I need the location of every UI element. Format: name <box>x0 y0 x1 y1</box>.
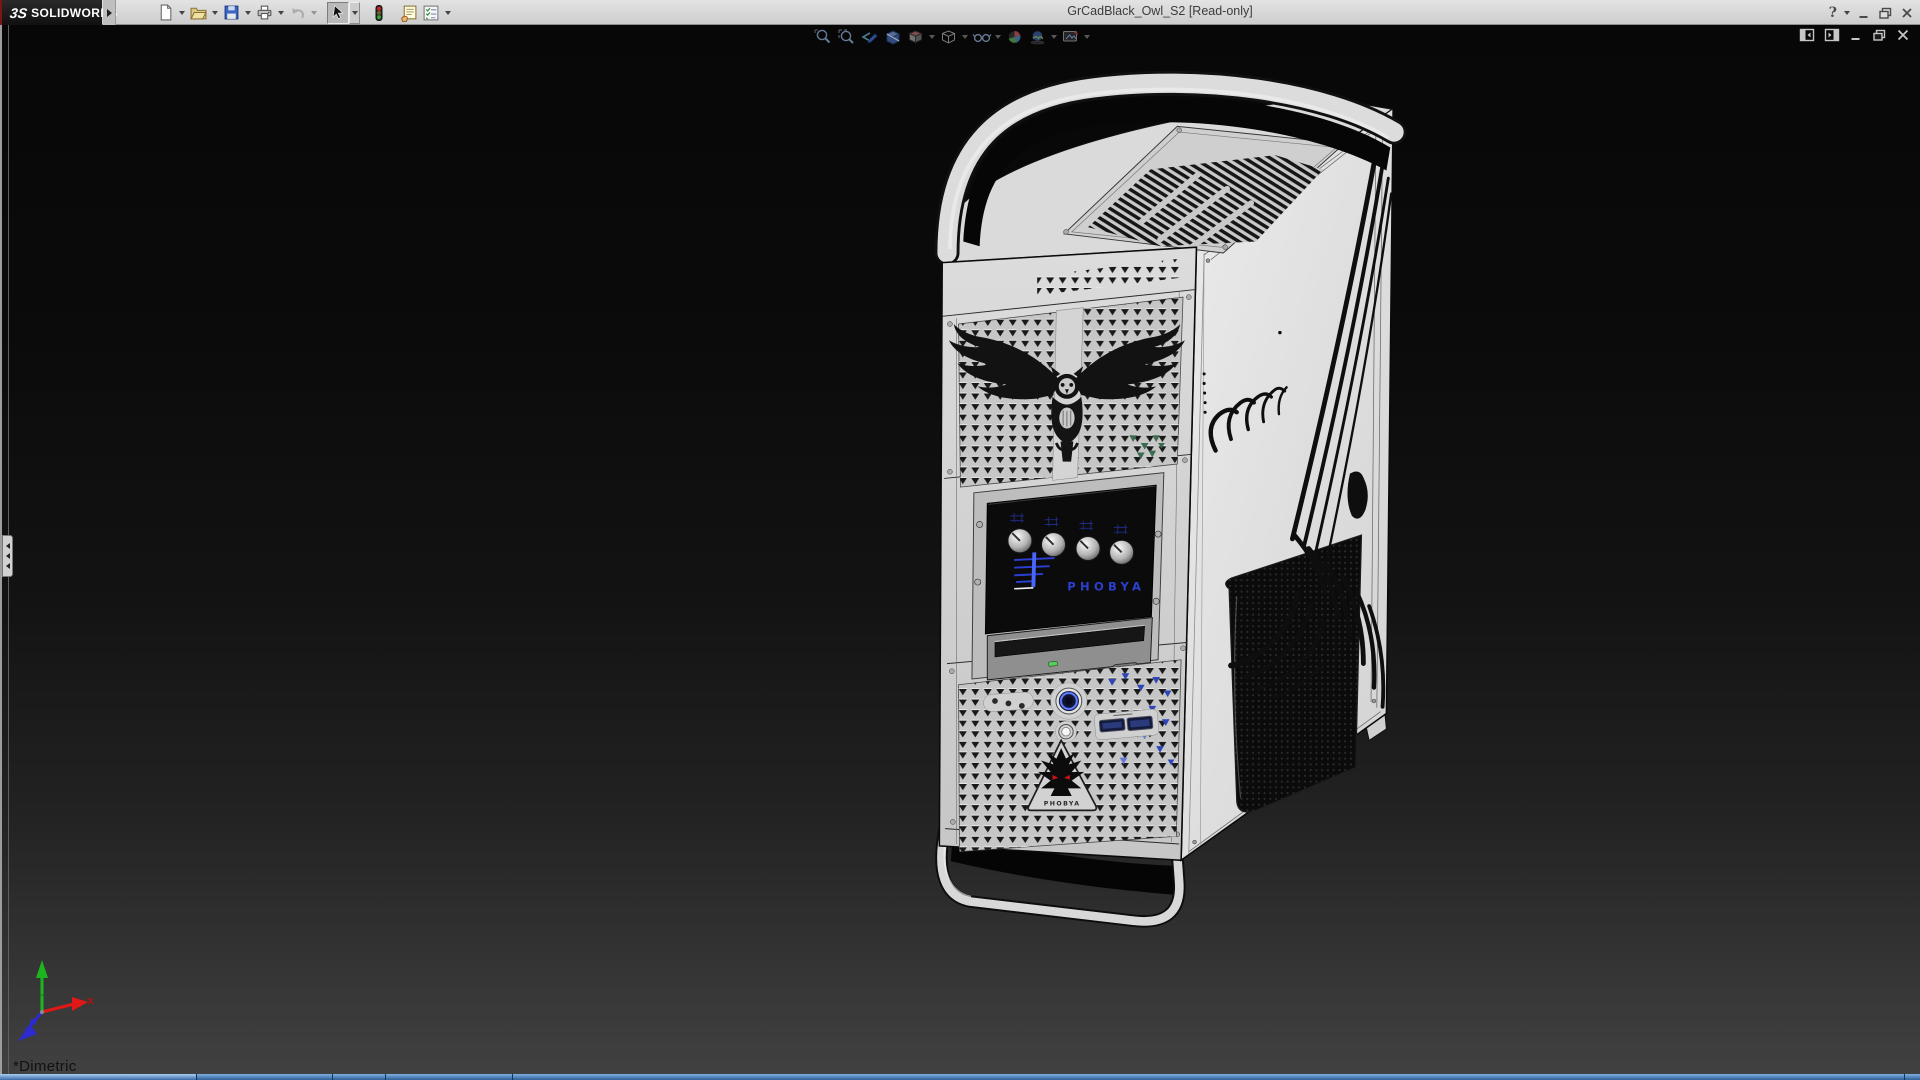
orientation-label: *Dimetric <box>13 1058 77 1075</box>
reference-triad <box>18 960 94 1041</box>
options-icon <box>423 5 439 20</box>
graphics-area[interactable]: PHOBYA PHOBYA *Dimetric <box>0 25 1920 1075</box>
chevron-down-icon <box>962 35 968 39</box>
menu-expander-button[interactable] <box>103 0 116 25</box>
chevron-left-icon <box>5 563 10 569</box>
new-document-button[interactable] <box>154 2 176 24</box>
reset-button[interactable] <box>1055 720 1077 743</box>
chevron-down-icon <box>1084 35 1090 39</box>
select-dropdown[interactable] <box>349 1 360 24</box>
chevron-left-icon <box>5 543 10 549</box>
power-button[interactable] <box>1050 682 1088 720</box>
chevron-down-icon <box>178 10 185 15</box>
print-dropdown[interactable] <box>275 2 286 24</box>
save-dropdown[interactable] <box>242 2 253 24</box>
undo-dropdown[interactable] <box>308 2 319 24</box>
document-restore-button[interactable] <box>1872 28 1887 42</box>
select-button[interactable] <box>327 1 349 24</box>
document-title: GrCadBlack_Owl_S2 [Read-only] <box>1067 4 1253 18</box>
phobya-brand-text: PHOBYA <box>1067 580 1145 594</box>
previous-view-button[interactable] <box>858 27 881 47</box>
minimize-button[interactable] <box>1857 6 1871 20</box>
main-toolbar <box>132 0 453 25</box>
file-properties-icon <box>400 5 417 22</box>
toggle-left-pane-button[interactable] <box>1799 28 1815 42</box>
open-icon <box>189 7 207 20</box>
usb-ports[interactable] <box>1094 709 1160 741</box>
zoom-to-area-icon <box>838 29 854 44</box>
document-window-controls <box>1799 28 1910 42</box>
chevron-down-icon <box>995 35 1001 39</box>
triad-y-axis <box>36 960 48 1012</box>
select-cursor-icon <box>332 4 344 20</box>
rebuild-traffic-light-icon <box>375 4 383 21</box>
windows-taskbar-sliver[interactable] <box>0 1074 1920 1080</box>
save-icon <box>224 5 238 20</box>
solidworks-logo: 3S SOLIDWORKS <box>0 0 117 25</box>
help-button[interactable]: ? <box>1829 5 1837 21</box>
chevron-down-icon <box>444 10 451 15</box>
help-dropdown[interactable] <box>1844 10 1850 15</box>
chevron-down-icon <box>929 35 935 39</box>
document-minimize-button[interactable] <box>1849 28 1863 42</box>
undo-button[interactable] <box>286 2 308 24</box>
save-button[interactable] <box>220 2 242 24</box>
file-properties-button[interactable] <box>398 2 420 24</box>
case-front-panel: PHOBYA PHOBYA <box>938 246 1205 862</box>
options-dropdown[interactable] <box>442 2 453 24</box>
zoom-to-area-button[interactable] <box>835 27 858 47</box>
print-icon <box>257 5 271 20</box>
chevron-right-icon <box>106 8 112 17</box>
restore-button[interactable] <box>1878 6 1893 20</box>
model-pc-tower-case[interactable]: PHOBYA PHOBYA <box>880 40 1440 985</box>
chevron-down-icon <box>211 10 218 15</box>
new-document-dropdown[interactable] <box>176 2 187 24</box>
new-document-icon <box>160 4 171 21</box>
drive-bay: PHOBYA <box>971 472 1165 681</box>
taskbar-active-segment[interactable] <box>0 1074 197 1080</box>
chevron-down-icon <box>277 10 284 15</box>
chevron-down-icon <box>310 10 317 15</box>
close-button[interactable] <box>1900 6 1914 20</box>
badge-brand-text: PHOBYA <box>1044 801 1081 808</box>
fan-controller: PHOBYA <box>974 484 1162 635</box>
options-button[interactable] <box>420 2 442 24</box>
front-upper-mesh-panel <box>948 296 1185 488</box>
chevron-down-icon <box>244 10 251 15</box>
chevron-down-icon <box>351 10 358 15</box>
zoom-to-fit-button[interactable] <box>812 27 835 47</box>
triad-z-axis <box>18 1011 44 1041</box>
title-bar[interactable]: 3S SOLIDWORKS GrCadBlack_Owl_S2 [Read-on… <box>0 0 1920 25</box>
solidworks-logo-mark: 3S <box>8 4 29 21</box>
triad-origin <box>39 1009 45 1015</box>
zoom-to-fit-icon <box>814 29 831 44</box>
chevron-left-icon <box>5 553 10 559</box>
print-button[interactable] <box>253 2 275 24</box>
panel-splitter-handle[interactable] <box>2 535 13 577</box>
solidworks-window: 3S SOLIDWORKS GrCadBlack_Owl_S2 [Read-on… <box>0 0 1920 1080</box>
front-lower-mesh-panel: PHOBYA <box>958 659 1182 853</box>
open-dropdown[interactable] <box>209 2 220 24</box>
toggle-right-pane-button[interactable] <box>1824 28 1840 42</box>
rebuild-button[interactable] <box>368 2 390 24</box>
drive-led <box>1048 661 1058 667</box>
document-close-button[interactable] <box>1896 28 1910 42</box>
undo-icon <box>291 8 304 19</box>
open-button[interactable] <box>187 2 209 24</box>
previous-view-icon <box>861 32 878 44</box>
triad-x-axis <box>41 997 94 1014</box>
window-controls: ? <box>1829 0 1914 25</box>
chevron-down-icon <box>1051 35 1057 39</box>
